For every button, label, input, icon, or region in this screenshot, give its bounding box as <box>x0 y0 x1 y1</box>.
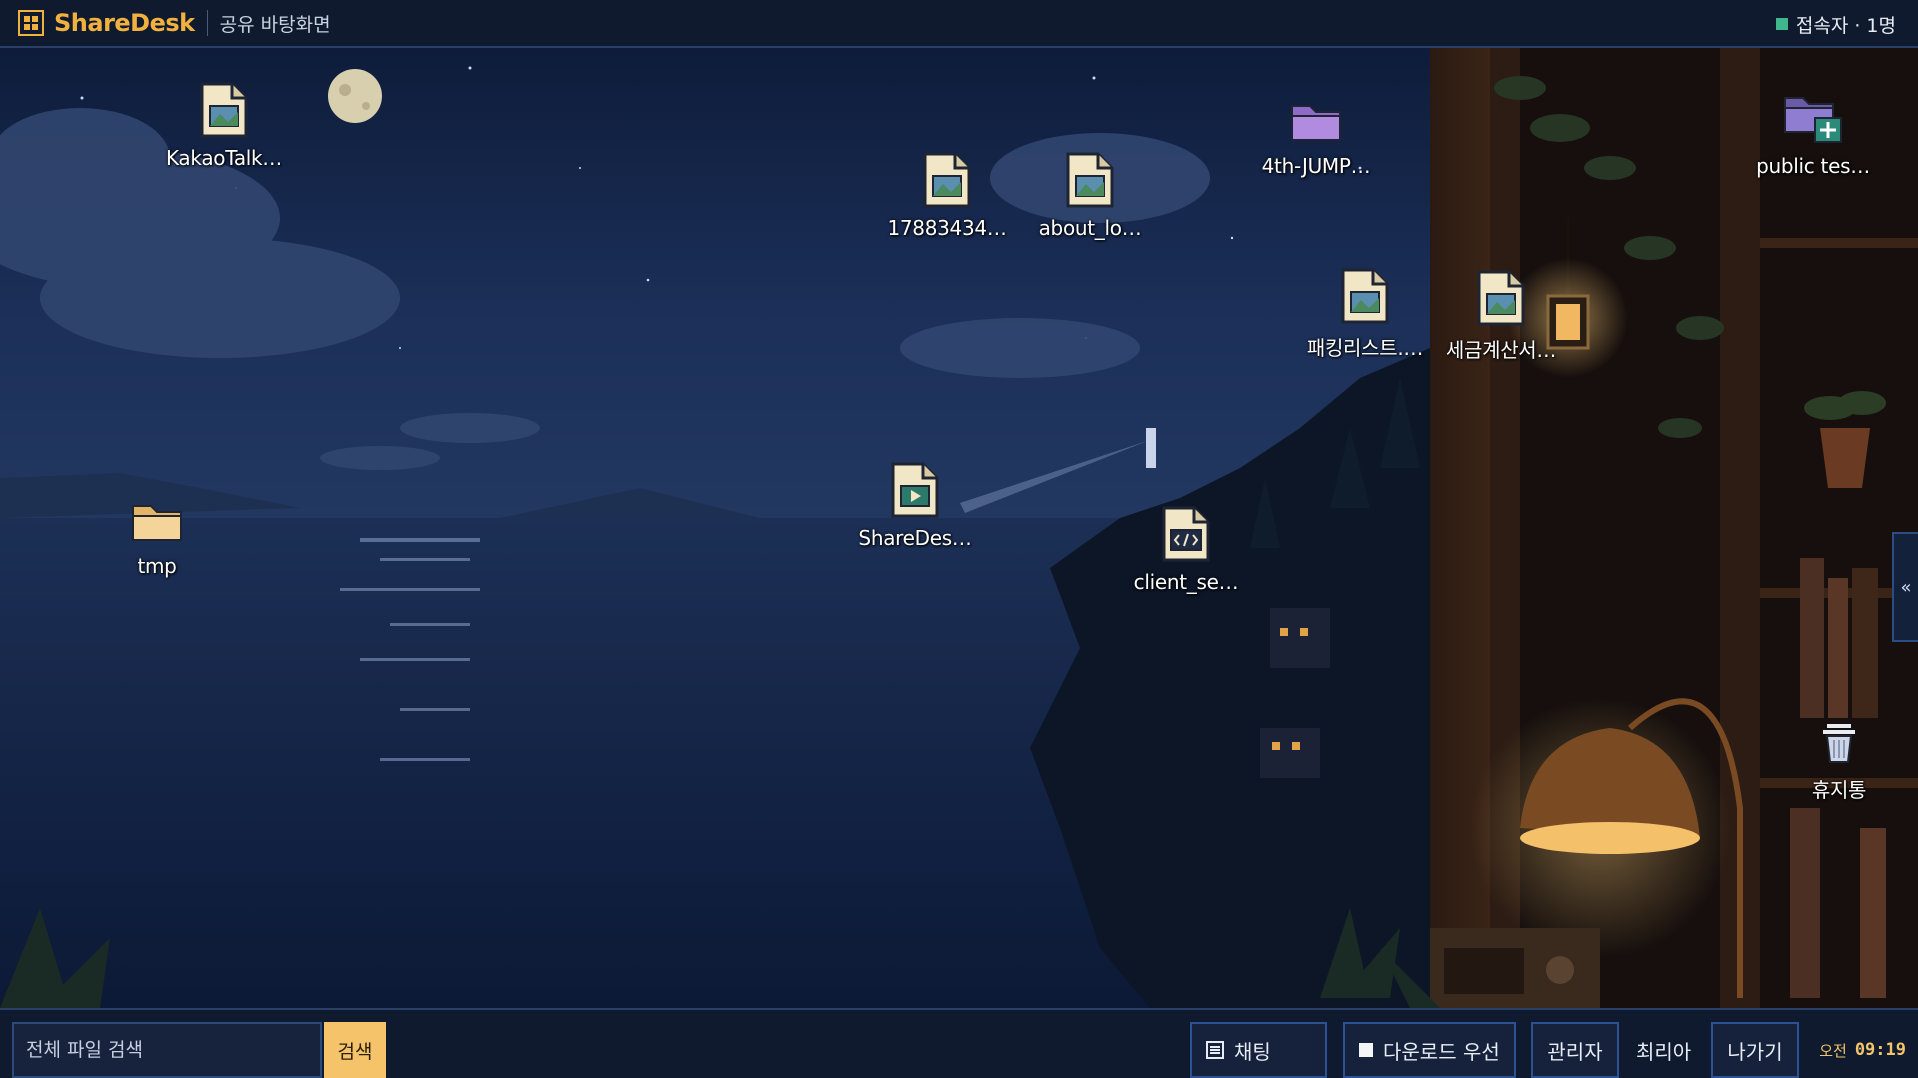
desktop-item-label: KakaoTalk… <box>165 146 283 170</box>
desktop-item-about-lo[interactable]: about_lo… <box>1015 152 1165 240</box>
desktop-item-label: about_lo… <box>1038 216 1142 240</box>
online-users-indicator: 접속자 · 1명 <box>1775 0 1896 48</box>
desktop-item-label: 패킹리스트.… <box>1306 336 1424 360</box>
desktop-item-tax-invoice[interactable]: 세금계산서… <box>1426 270 1576 363</box>
current-user-name: 최리아 <box>1636 1039 1692 1064</box>
download-priority-label: 다운로드 우선 <box>1383 1039 1500 1064</box>
file-search-input[interactable] <box>12 1022 322 1078</box>
taskbar-clock: 오전 09:19 <box>1819 1022 1906 1078</box>
desktop-item-label: 세금계산서… <box>1445 338 1557 362</box>
clock-ampm: 오전 <box>1819 1041 1847 1060</box>
image-file-icon <box>923 152 971 208</box>
page-subtitle: 공유 바탕화면 <box>219 13 331 36</box>
desktop-item-label: 4th-JUMP… <box>1261 154 1371 178</box>
image-file-icon <box>200 82 248 138</box>
desktop-item-label: ShareDes… <box>858 526 972 550</box>
download-priority-toggle[interactable]: 다운로드 우선 <box>1343 1022 1516 1078</box>
sharedesk-logo-icon <box>18 10 44 36</box>
taskbar: 검색 채팅 다운로드 우선 관리자 최리아 나가기 오전 09:19 <box>0 1008 1918 1078</box>
image-file-icon <box>1477 270 1525 326</box>
desktop-item-17883434[interactable]: 17883434… <box>872 152 1022 240</box>
admin-button[interactable]: 관리자 <box>1531 1022 1619 1078</box>
code-file-icon <box>1162 506 1210 562</box>
desktop-item-sharedes[interactable]: ShareDes… <box>840 462 990 550</box>
desktop-item-label: 휴지통 <box>1811 778 1867 802</box>
desktop-item-kakaotalk[interactable]: KakaoTalk… <box>149 82 299 170</box>
leave-button[interactable]: 나가기 <box>1711 1022 1799 1078</box>
top-bar: ShareDesk 공유 바탕화면 접속자 · 1명 <box>0 0 1918 48</box>
side-panel-toggle[interactable]: « <box>1892 532 1918 642</box>
desktop-item-trash[interactable]: 휴지통 <box>1764 720 1914 803</box>
online-users-count: 접속자 · 1명 <box>1795 14 1896 37</box>
desktop-item-label: client_se… <box>1133 570 1239 594</box>
folder-icon <box>1291 105 1341 141</box>
desktop-item-tmp[interactable]: tmp <box>82 498 232 578</box>
chat-list-icon <box>1206 1041 1224 1059</box>
online-status-icon <box>1775 18 1788 30</box>
image-file-icon <box>1066 152 1114 208</box>
checkbox-icon <box>1359 1043 1373 1057</box>
desktop-item-label: tmp <box>137 554 177 578</box>
leave-button-label: 나가기 <box>1727 1039 1783 1064</box>
video-file-icon <box>891 462 939 518</box>
desktop-item-label: 17883434… <box>887 216 1007 240</box>
double-chevron-left-icon: « <box>1900 576 1912 598</box>
image-file-icon <box>1341 268 1389 324</box>
trash-icon <box>1823 724 1855 763</box>
chat-button[interactable]: 채팅 <box>1190 1022 1327 1078</box>
shared-desktop[interactable]: KakaoTalk… 17883434… about_lo… 4th-JUMP… <box>0 48 1918 1008</box>
app-title: ShareDesk <box>54 9 195 37</box>
admin-button-label: 관리자 <box>1547 1039 1603 1064</box>
chat-button-label: 채팅 <box>1234 1039 1271 1064</box>
desktop-item-packing-list[interactable]: 패킹리스트.… <box>1290 268 1440 361</box>
clock-time: 09:19 <box>1854 1040 1906 1060</box>
shared-folder-icon <box>1784 97 1842 143</box>
folder-icon <box>132 505 182 541</box>
desktop-item-public-tes[interactable]: public tes… <box>1738 90 1888 178</box>
desktop-item-4th-jump[interactable]: 4th-JUMP… <box>1241 98 1391 178</box>
desktop-item-label: public tes… <box>1756 154 1870 178</box>
desktop-item-client-se[interactable]: client_se… <box>1111 506 1261 594</box>
search-button[interactable]: 검색 <box>324 1022 386 1078</box>
title-divider <box>206 10 208 36</box>
